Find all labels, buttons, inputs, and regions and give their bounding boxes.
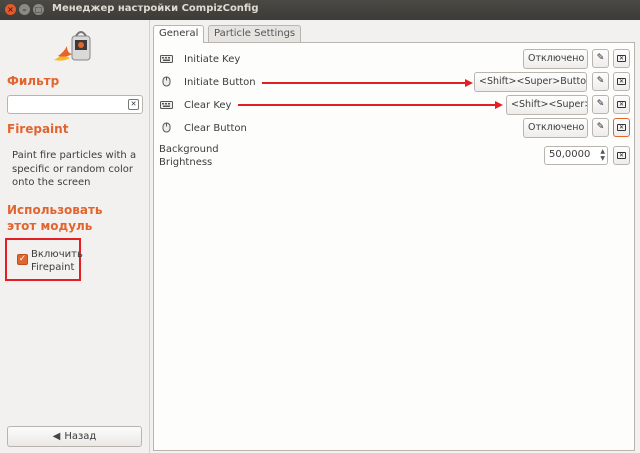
clear-key-value-button[interactable]: <Shift><Super>c [506, 95, 588, 115]
setting-row-background-brightness: Background Brightness 50,0000 ▲ ▼ ✕ [154, 141, 634, 169]
clear-button-value-button[interactable]: Отключено [523, 118, 588, 138]
clear-filter-icon[interactable]: ✕ [128, 99, 139, 110]
enable-label-line2: Firepaint [31, 262, 75, 273]
setting-label: Background Brightness [159, 143, 219, 169]
close-window-button[interactable]: × [5, 4, 16, 15]
main-area: General Particle Settings Initiate Key О… [150, 20, 640, 453]
setting-label: Initiate Button [184, 77, 256, 88]
use-module-title: Использовать этот модуль [7, 202, 103, 234]
annotation-arrow-head [465, 79, 473, 87]
filter-title: Фильтр [7, 74, 60, 88]
setting-label-line2: Brightness [159, 157, 213, 168]
enable-plugin-label[interactable]: Включить Firepaint [31, 248, 83, 274]
use-module-title-line2: этот модуль [7, 219, 93, 233]
annotation-arrow-head [495, 101, 503, 109]
brightness-value: 50,0000 [549, 149, 591, 160]
keyboard-icon [160, 101, 173, 109]
back-button-label: Назад [64, 431, 97, 442]
brightness-spinbox[interactable]: 50,0000 ▲ ▼ [544, 146, 608, 165]
reset-icon[interactable]: ✕ [613, 72, 630, 91]
use-module-title-line1: Использовать [7, 203, 103, 217]
title-bar: × – □ Менеджер настройки CompizConfig [0, 0, 640, 20]
back-arrow-icon: ◀ [52, 431, 61, 442]
maximize-window-button[interactable]: □ [33, 4, 44, 15]
edit-icon[interactable]: ✎ [592, 49, 609, 68]
initiate-key-value-button[interactable]: Отключено [523, 49, 588, 69]
back-button[interactable]: ◀ Назад [7, 426, 142, 447]
setting-row-clear-button: Clear Button Отключено ✎ ✕ [154, 118, 634, 140]
edit-icon[interactable]: ✎ [592, 95, 609, 114]
filter-input[interactable] [11, 97, 123, 112]
firepaint-plugin-icon [54, 31, 91, 61]
edit-icon[interactable]: ✎ [592, 72, 609, 91]
mouse-icon [162, 76, 171, 87]
window-title: Менеджер настройки CompizConfig [52, 3, 259, 14]
setting-label: Clear Button [184, 123, 247, 134]
initiate-button-value-button[interactable]: <Shift><Super>Button1 [474, 72, 587, 92]
tab-particle-settings[interactable]: Particle Settings [208, 25, 302, 42]
setting-label-line1: Background [159, 144, 219, 155]
tab-general[interactable]: General [153, 25, 205, 43]
reset-icon[interactable]: ✕ [613, 146, 630, 165]
setting-row-initiate-button: Initiate Button <Shift><Super>Button1 ✎ … [154, 72, 634, 94]
annotation-arrow [238, 104, 496, 106]
reset-icon[interactable]: ✕ [613, 49, 630, 68]
setting-row-clear-key: Clear Key <Shift><Super>c ✎ ✕ [154, 95, 634, 117]
setting-label: Clear Key [184, 100, 232, 111]
setting-row-initiate-key: Initiate Key Отключено ✎ ✕ [154, 49, 634, 71]
spin-arrows-icon[interactable]: ▲ ▼ [600, 148, 605, 162]
enable-plugin-checkbox[interactable]: ✓ [17, 254, 28, 265]
settings-panel: Initiate Key Отключено ✎ ✕ Initiate Butt… [153, 42, 635, 451]
mouse-icon [162, 122, 171, 133]
edit-icon[interactable]: ✎ [592, 118, 609, 137]
setting-label: Initiate Key [184, 54, 241, 65]
enable-label-line1: Включить [31, 249, 83, 260]
plugin-description: Paint fire particles with a specific or … [12, 150, 137, 188]
reset-icon[interactable]: ✕ [613, 118, 630, 137]
sidebar: Фильтр ✕ Firepaint Paint fire particles … [0, 20, 150, 453]
reset-icon[interactable]: ✕ [613, 95, 630, 114]
plugin-title: Firepaint [7, 122, 69, 136]
minimize-window-button[interactable]: – [19, 4, 30, 15]
keyboard-icon [160, 55, 173, 63]
filter-field[interactable]: ✕ [7, 95, 143, 114]
enable-plugin-highlight: ✓ Включить Firepaint [5, 238, 83, 281]
annotation-arrow [262, 82, 466, 84]
